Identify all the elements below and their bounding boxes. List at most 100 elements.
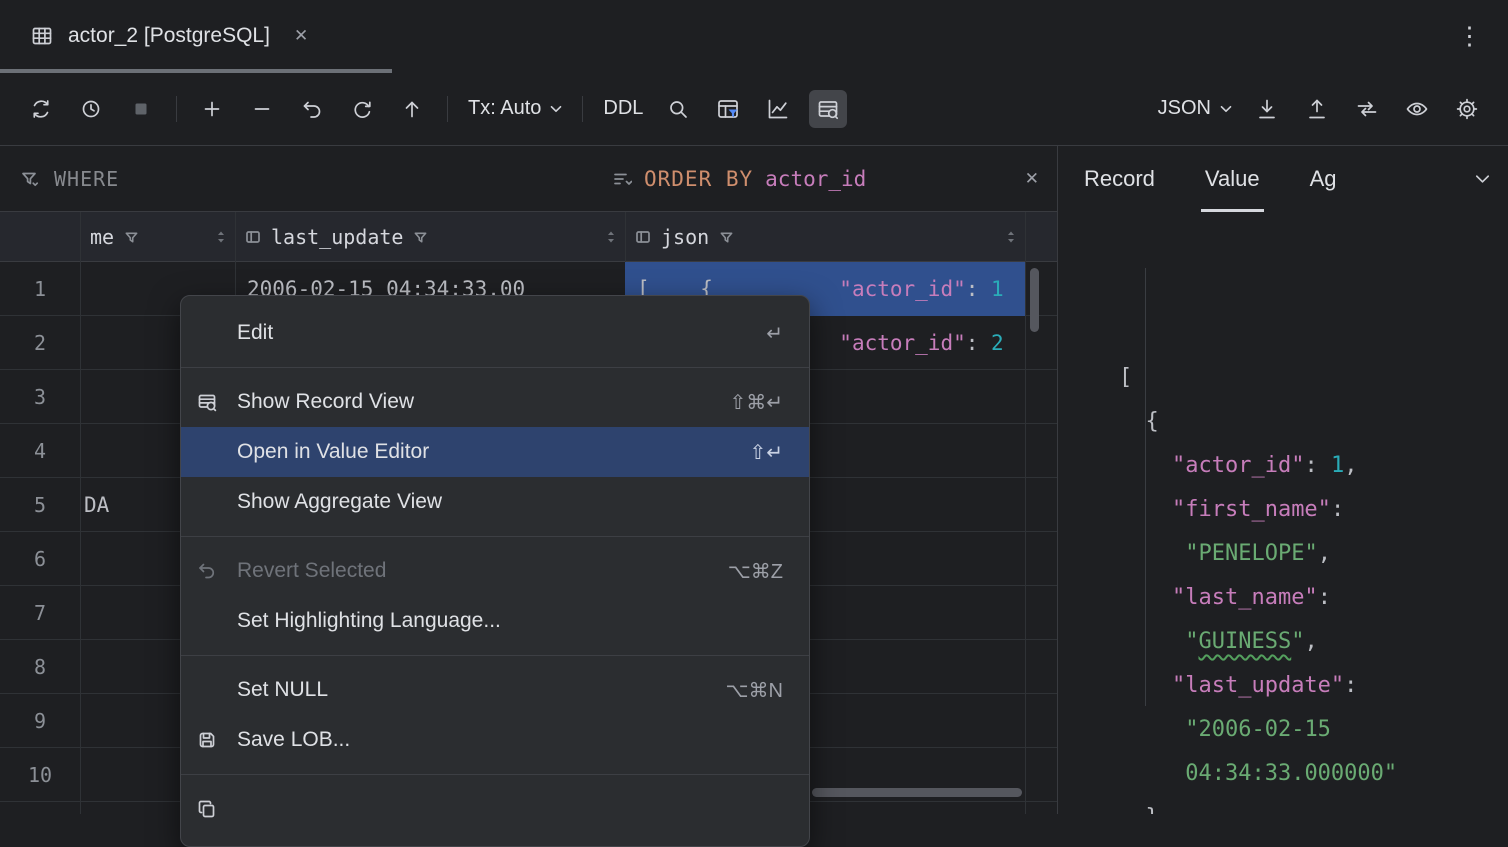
close-filter-icon[interactable]: ✕ <box>1025 169 1039 189</box>
export-icon[interactable] <box>1298 90 1336 128</box>
row-number[interactable]: 5 <box>0 478 80 531</box>
order-by-keyword: ORDER BY <box>644 167 753 191</box>
kebab-menu-icon[interactable]: ⋮ <box>1457 0 1482 72</box>
chart-icon[interactable] <box>759 90 797 128</box>
panel-chevron-down-icon[interactable] <box>1475 174 1490 184</box>
column-filter-icon[interactable] <box>124 230 139 245</box>
json-token: : <box>966 277 991 301</box>
record-view-icon <box>197 392 227 412</box>
grid-header: me last_update json <box>0 212 1057 262</box>
add-row-icon[interactable] <box>193 90 231 128</box>
search-icon[interactable] <box>659 90 697 128</box>
code-token: " <box>1291 629 1304 654</box>
delete-row-icon[interactable] <box>243 90 281 128</box>
column-header-last-update[interactable]: last_update <box>235 212 625 262</box>
format-label: JSON <box>1158 97 1211 120</box>
tab-record[interactable]: Record <box>1084 146 1155 212</box>
column-label: json <box>661 225 709 249</box>
order-by-input[interactable]: ORDER BY actor_id <box>612 167 866 191</box>
ddl-button[interactable]: DDL <box>603 97 643 120</box>
data-filter-icon[interactable] <box>709 90 747 128</box>
tab-aggregates[interactable]: Ag <box>1310 146 1337 212</box>
code-line: "2006-02-15 <box>1119 708 1508 752</box>
revert-all-icon[interactable] <box>343 90 381 128</box>
undo-icon[interactable] <box>293 90 331 128</box>
stop-icon[interactable] <box>122 90 160 128</box>
sort-toggle-icon[interactable] <box>215 229 227 245</box>
format-dropdown[interactable]: JSON <box>1158 97 1232 120</box>
code-token <box>1119 761 1185 786</box>
menu-item-save-lob[interactable]: Save LOB... <box>181 715 809 765</box>
preview-icon[interactable] <box>1398 90 1436 128</box>
compare-icon[interactable] <box>1348 90 1386 128</box>
code-token <box>1119 585 1172 610</box>
menu-item-label: Open in Value Editor <box>237 440 729 464</box>
menu-item-open-in-value-editor[interactable]: Open in Value Editor⇧↵ <box>181 427 809 477</box>
filter-funnel-icon[interactable] <box>20 169 40 189</box>
vertical-scrollbar-thumb[interactable] <box>1030 268 1039 332</box>
row-number[interactable]: 2 <box>0 316 80 369</box>
code-line: "last_name": <box>1119 576 1508 620</box>
column-header-json[interactable]: json <box>625 212 1025 262</box>
sort-toggle-icon[interactable] <box>605 229 617 245</box>
column-header-name[interactable]: me <box>80 212 235 262</box>
menu-item-label: Revert Selected <box>237 559 708 583</box>
value-panel-tabs: Record Value Ag <box>1058 146 1508 212</box>
import-icon[interactable] <box>1248 90 1286 128</box>
menu-item-set-null[interactable]: Set NULL ⌥⌘N <box>181 665 809 715</box>
row-number[interactable]: 3 <box>0 370 80 423</box>
menu-icon-slot <box>197 323 227 343</box>
record-view-icon[interactable] <box>809 90 847 128</box>
refresh-icon[interactable] <box>22 90 60 128</box>
column-filter-icon[interactable] <box>719 230 734 245</box>
menu-shortcut: ⌥⌘N <box>726 678 784 703</box>
tab-actor-2[interactable]: actor_2 [PostgreSQL] ✕ <box>14 0 324 72</box>
menu-separator <box>181 655 809 656</box>
horizontal-scrollbar-thumb[interactable] <box>812 788 1022 797</box>
copy-icon <box>197 799 227 819</box>
menu-shortcut: ⌥⌘Z <box>728 559 783 584</box>
tab-close-icon[interactable]: ✕ <box>294 26 308 46</box>
scheduled-refresh-icon[interactable] <box>72 90 110 128</box>
json-token: 1 <box>991 277 1004 301</box>
menu-icon-slot <box>197 442 227 462</box>
submit-icon[interactable] <box>393 90 431 128</box>
value-editor-code[interactable]: [ { "actor_id": 1, "first_name": "PENELO… <box>1058 212 1508 814</box>
menu-item-clipped-item[interactable] <box>181 784 809 834</box>
row-number[interactable]: 10 <box>0 748 80 801</box>
menu-item-show-record-view[interactable]: Show Record View⇧⌘↵ <box>181 377 809 427</box>
menu-shortcut: ⇧⌘↵ <box>729 390 783 415</box>
row-number[interactable]: 4 <box>0 424 80 477</box>
json-token: "actor_id" <box>839 331 965 355</box>
menu-item-set-highlighting-language[interactable]: Set Highlighting Language... <box>181 596 809 646</box>
chevron-down-icon <box>1220 105 1232 113</box>
code-token: "PENELOPE" <box>1185 541 1317 566</box>
settings-gear-icon[interactable] <box>1448 90 1486 128</box>
menu-item-label: Set NULL <box>237 678 706 702</box>
sort-toggle-icon[interactable] <box>1005 229 1017 245</box>
row-number[interactable]: 6 <box>0 532 80 585</box>
row-number[interactable]: 9 <box>0 694 80 747</box>
code-line: { <box>1119 400 1508 444</box>
row-number[interactable]: 8 <box>0 640 80 693</box>
menu-item-show-aggregate-view[interactable]: Show Aggregate View <box>181 477 809 527</box>
column-type-icon <box>635 229 651 245</box>
tab-value[interactable]: Value <box>1205 146 1260 212</box>
menu-icon-slot <box>197 611 227 631</box>
json-token: : <box>966 331 991 355</box>
code-line: 04:34:33.000000" <box>1119 752 1508 796</box>
where-input[interactable]: WHERE <box>54 167 119 191</box>
code-line: [ <box>1119 356 1508 400</box>
tab-label: Value <box>1205 166 1260 192</box>
code-line: "PENELOPE", <box>1119 532 1508 576</box>
column-filter-icon[interactable] <box>413 230 428 245</box>
menu-item-revert-selected[interactable]: Revert Selected ⌥⌘Z <box>181 546 809 596</box>
menu-icon-slot <box>197 492 227 512</box>
code-token: , <box>1304 629 1317 654</box>
code-token: : <box>1344 673 1357 698</box>
tx-mode-dropdown[interactable]: Tx: Auto <box>468 97 562 120</box>
row-number[interactable]: 1 <box>0 262 80 315</box>
menu-item-edit[interactable]: Edit↵ <box>181 308 809 358</box>
code-token <box>1119 629 1185 654</box>
row-number[interactable]: 7 <box>0 586 80 639</box>
